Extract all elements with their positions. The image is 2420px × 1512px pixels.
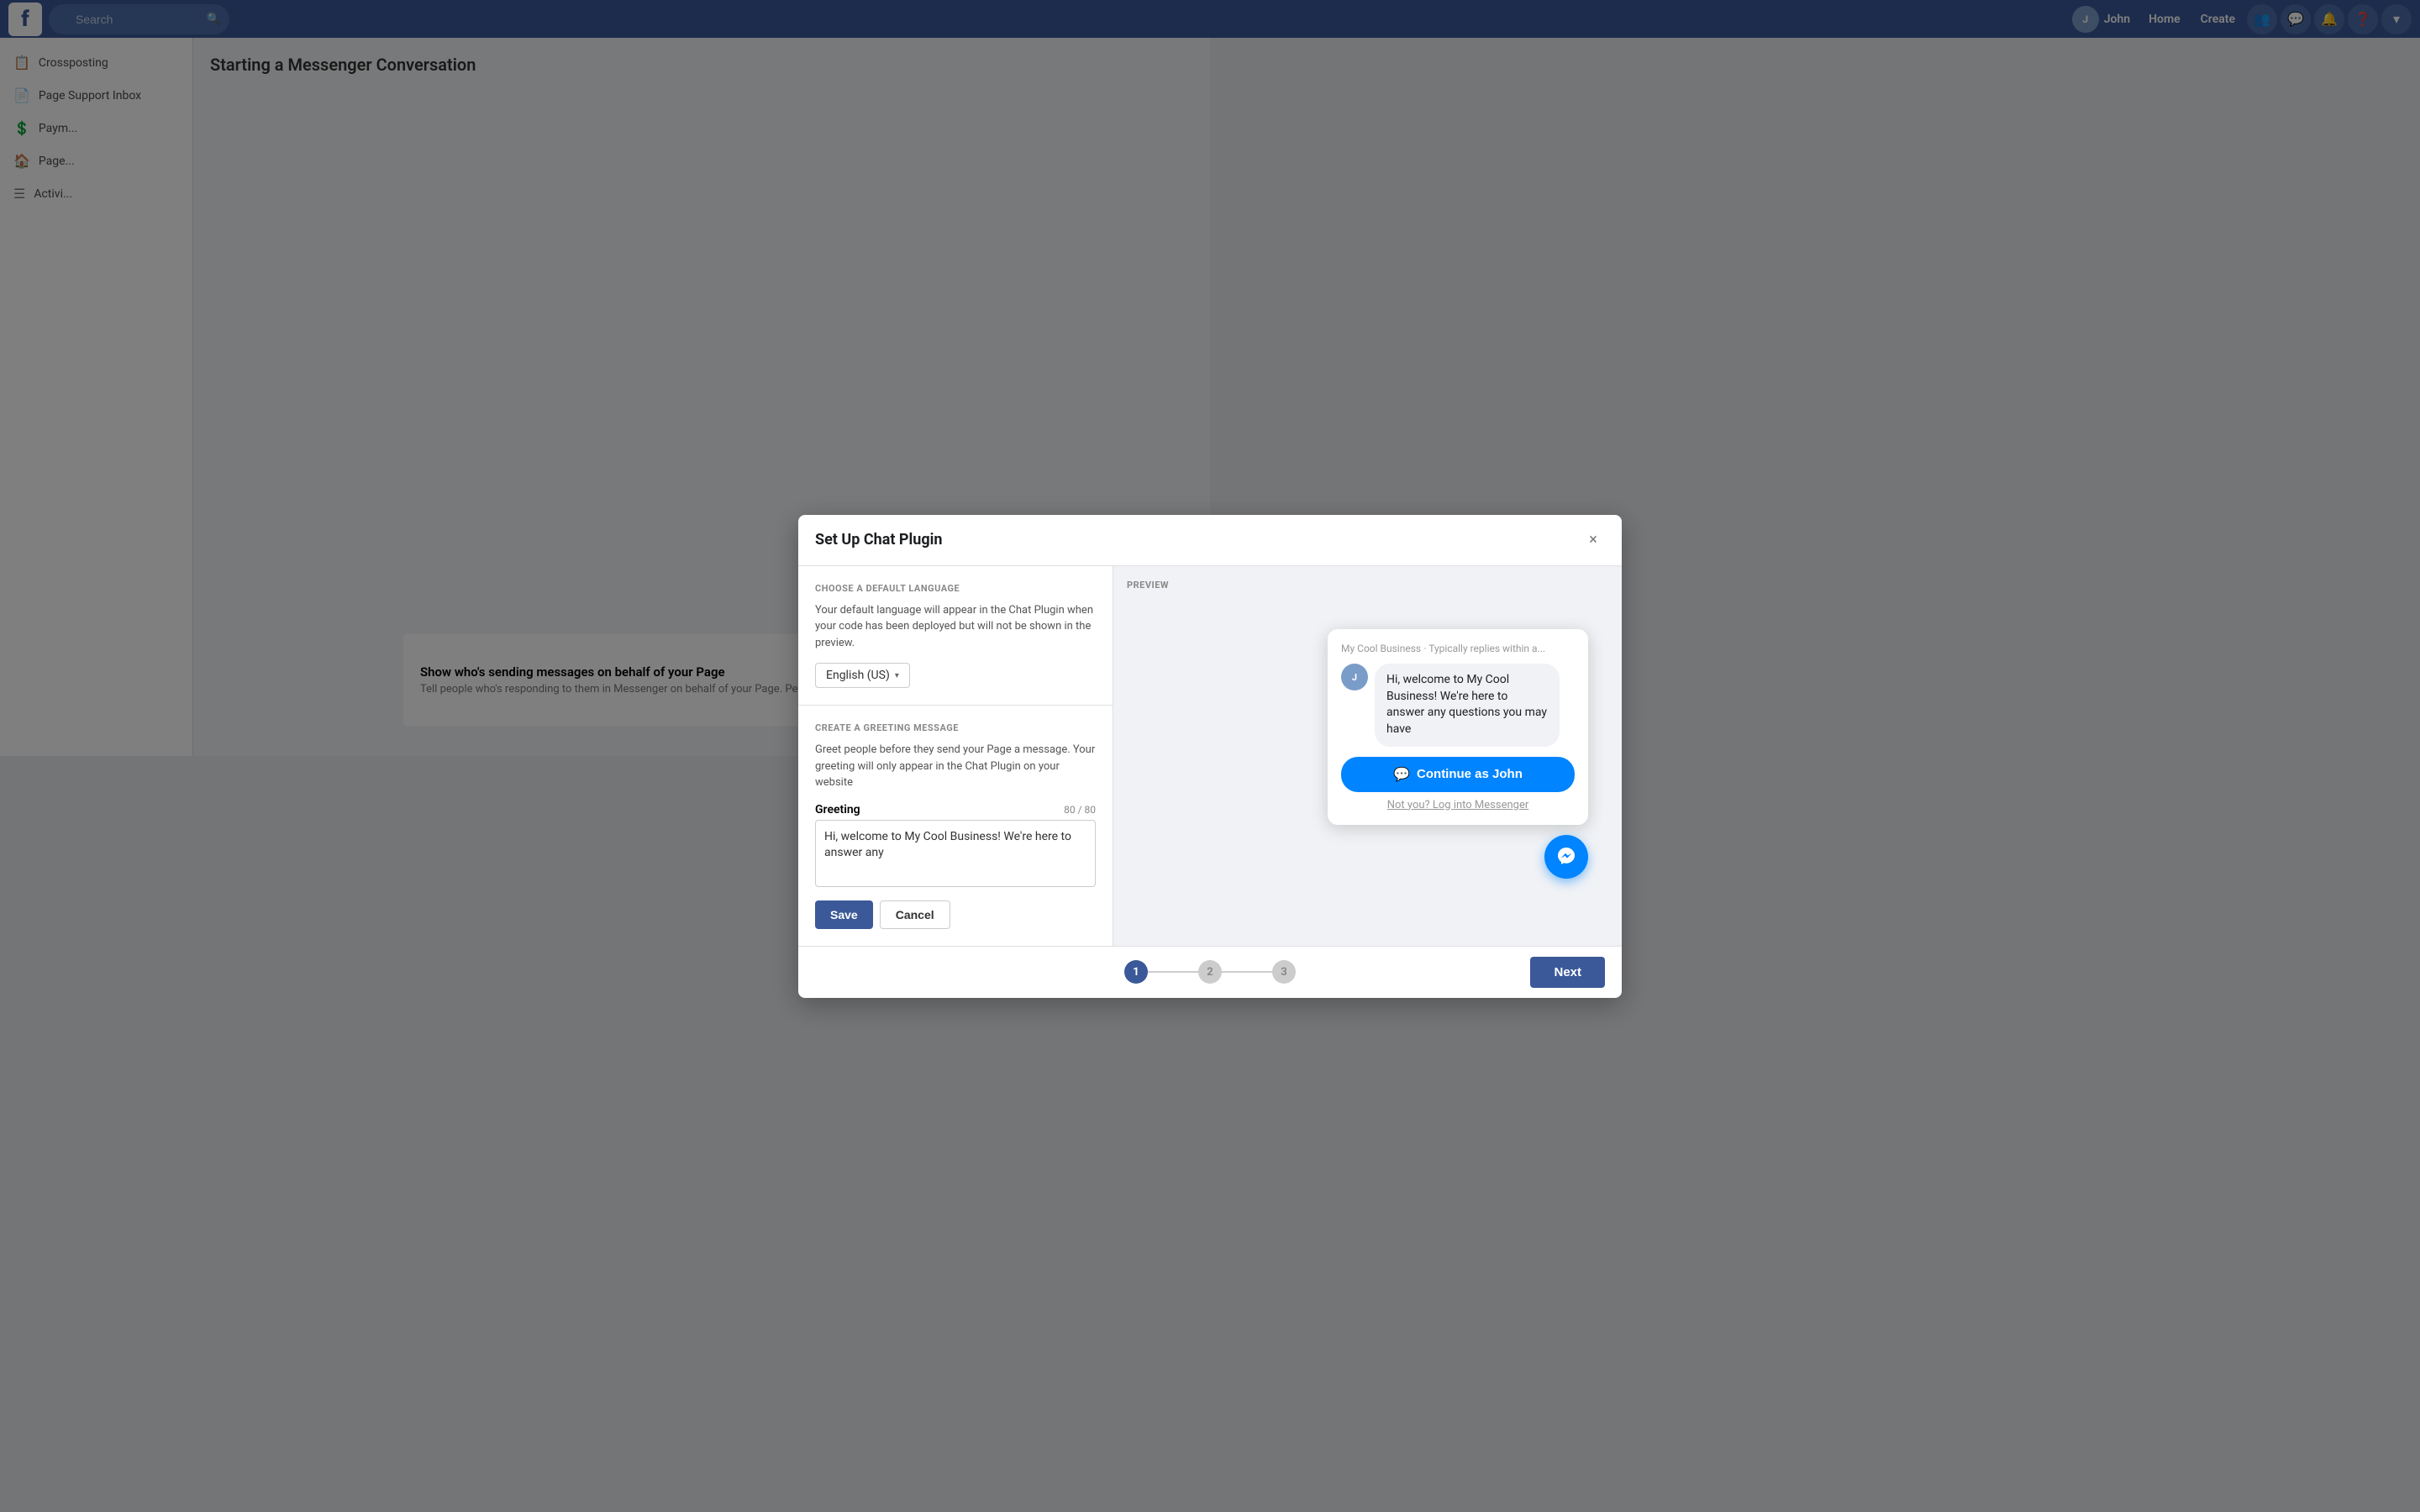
chat-message-row: J Hi, welcome to My Cool Business! We're… [1341, 664, 1575, 746]
step-2: 2 [1198, 960, 1222, 984]
greeting-section: CREATE A GREETING MESSAGE Greet people b… [815, 722, 1096, 929]
step-1: 1 [1124, 960, 1148, 984]
language-section-label: CHOOSE A DEFAULT LANGUAGE [815, 583, 1096, 594]
close-button[interactable]: × [1581, 528, 1605, 552]
action-buttons: Save Cancel [815, 900, 1096, 929]
language-dropdown[interactable]: English (US) ▾ [815, 663, 910, 688]
chat-popup: My Cool Business · Typically replies wit… [1328, 629, 1588, 824]
preview-label: PREVIEW [1127, 580, 1169, 591]
greeting-label: Greeting [815, 803, 860, 816]
chat-avatar: J [1341, 664, 1368, 690]
save-button[interactable]: Save [815, 900, 873, 929]
greeting-section-label: CREATE A GREETING MESSAGE [815, 722, 1096, 733]
cancel-button[interactable]: Cancel [880, 900, 950, 929]
right-panel: PREVIEW My Cool Business · Typically rep… [1113, 566, 1622, 946]
business-name: My Cool Business [1341, 643, 1421, 654]
modal-header: Set Up Chat Plugin × [798, 515, 1622, 566]
language-value: English (US) [826, 669, 890, 682]
chevron-down-icon: ▾ [895, 671, 899, 680]
step-3: 3 [1272, 960, 1296, 984]
reply-status: · Typically replies within a... [1423, 643, 1545, 654]
not-you-link[interactable]: Not you? Log into Messenger [1341, 799, 1575, 811]
modal-title: Set Up Chat Plugin [815, 531, 942, 549]
step-line-1 [1148, 971, 1198, 973]
messenger-fab[interactable] [1544, 835, 1588, 879]
modal-overlay: Set Up Chat Plugin × CHOOSE A DEFAULT LA… [0, 0, 2420, 1512]
chat-bubble: Hi, welcome to My Cool Business! We're h… [1375, 664, 1560, 746]
chat-popup-header: My Cool Business · Typically replies wit… [1341, 643, 1575, 655]
next-button[interactable]: Next [1530, 957, 1605, 988]
setup-chat-plugin-modal: Set Up Chat Plugin × CHOOSE A DEFAULT LA… [798, 515, 1622, 998]
modal-footer: 1 2 3 Next [798, 946, 1622, 998]
continue-as-john-button[interactable]: 💬 Continue as John [1341, 757, 1575, 792]
steps-container: 1 2 3 [1124, 960, 1296, 984]
greeting-desc: Greet people before they send your Page … [815, 742, 1096, 791]
greeting-textarea[interactable] [815, 820, 1096, 887]
chat-preview: My Cool Business · Typically replies wit… [1328, 629, 1588, 878]
footer-inner: 1 2 3 Next [815, 957, 1605, 988]
language-section: CHOOSE A DEFAULT LANGUAGE Your default l… [815, 583, 1096, 689]
language-desc: Your default language will appear in the… [815, 602, 1096, 652]
modal-body: CHOOSE A DEFAULT LANGUAGE Your default l… [798, 566, 1622, 946]
messenger-icon-small: 💬 [1393, 766, 1410, 783]
section-divider [798, 705, 1113, 706]
step-line-2 [1222, 971, 1272, 973]
left-panel: CHOOSE A DEFAULT LANGUAGE Your default l… [798, 566, 1113, 946]
char-count: 80 / 80 [1064, 804, 1096, 816]
continue-btn-label: Continue as John [1417, 767, 1523, 781]
greeting-label-row: Greeting 80 / 80 [815, 803, 1096, 816]
